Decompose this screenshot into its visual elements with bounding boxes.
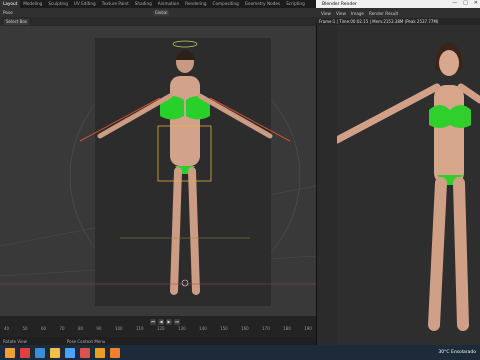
status-hint-rotate: Rotate View bbox=[3, 338, 27, 344]
tab-scripting[interactable]: Scripting bbox=[283, 0, 308, 8]
viewport-header: Pose Global bbox=[0, 8, 316, 17]
tab-modeling[interactable]: Modeling bbox=[20, 0, 45, 8]
select-box-tool[interactable]: Select Box bbox=[4, 18, 30, 25]
frame-tick: 180 bbox=[283, 326, 291, 331]
play-reverse-button[interactable]: ◀ bbox=[158, 318, 164, 325]
tab-layout[interactable]: Layout bbox=[0, 0, 21, 8]
jump-start-button[interactable]: ⏮ bbox=[150, 318, 156, 325]
folder-icon[interactable] bbox=[50, 347, 60, 358]
minimize-icon[interactable]: — bbox=[452, 0, 457, 6]
tab-compositing[interactable]: Compositing bbox=[210, 0, 242, 8]
frame-tick: 70 bbox=[59, 326, 65, 331]
3d-viewport[interactable] bbox=[0, 26, 316, 316]
tab-rendering[interactable]: Rendering bbox=[182, 0, 209, 8]
frame-tick: 100 bbox=[114, 326, 123, 331]
tab-texture-paint[interactable]: Texture Paint bbox=[99, 0, 132, 8]
status-bar: Rotate View Pose Context Menu bbox=[0, 337, 316, 345]
render-info: Frame:1 | Time:00:02.15 | Mem:2153.38M (… bbox=[316, 18, 480, 25]
frame-ruler[interactable]: 40 50 60 70 80 90 100 110 120 130 140 15… bbox=[0, 326, 316, 332]
jump-end-button[interactable]: ⏭ bbox=[174, 318, 180, 325]
frame-tick: 110 bbox=[135, 326, 144, 331]
orientation-select[interactable]: Global bbox=[152, 9, 170, 16]
tab-geometry-nodes[interactable]: Geometry Nodes bbox=[242, 0, 283, 8]
app-icon-2[interactable] bbox=[95, 347, 105, 358]
frame-tick: 120 bbox=[156, 326, 165, 331]
edge-icon[interactable] bbox=[35, 347, 45, 358]
frame-tick: 40 bbox=[4, 326, 10, 331]
character-rig bbox=[0, 40, 316, 295]
windows-taskbar: 30°C Ensolarado bbox=[0, 345, 480, 360]
tab-uv-editing[interactable]: UV Editing bbox=[71, 0, 99, 8]
workspace-tabs: Layout Modeling Sculpting UV Editing Tex… bbox=[0, 0, 316, 8]
frame-tick: 90 bbox=[96, 326, 102, 331]
frame-tick: 60 bbox=[40, 326, 47, 331]
tab-shading[interactable]: Shading bbox=[132, 0, 155, 8]
playback-controls: ⏮ ◀ ▶ ⏭ bbox=[150, 318, 210, 325]
frame-tick: 170 bbox=[262, 326, 270, 331]
rendered-figure bbox=[337, 42, 480, 331]
play-button[interactable]: ▶ bbox=[166, 318, 172, 325]
render-titlebar: Blender Render — □ ✕ bbox=[316, 0, 480, 8]
menu-image[interactable]: Image bbox=[351, 11, 364, 16]
frame-tick: 190 bbox=[304, 326, 312, 331]
maximize-icon[interactable]: □ bbox=[463, 0, 468, 6]
frame-tick: 150 bbox=[220, 326, 228, 331]
frame-tick: 80 bbox=[77, 326, 84, 331]
weather-text[interactable]: 30°C Ensolarado bbox=[438, 350, 476, 355]
render-image bbox=[337, 25, 480, 345]
frame-tick: 140 bbox=[199, 326, 207, 331]
tab-animation[interactable]: Animation bbox=[155, 0, 182, 8]
chrome-icon[interactable] bbox=[80, 347, 90, 358]
frame-tick: 160 bbox=[241, 326, 249, 331]
render-window-title: Blender Render bbox=[322, 1, 357, 7]
system-tray: 30°C Ensolarado bbox=[438, 345, 476, 360]
menu-view[interactable]: View bbox=[321, 11, 331, 16]
store-icon[interactable] bbox=[65, 347, 75, 358]
start-icon[interactable] bbox=[5, 347, 15, 358]
status-hint-menu: Pose Context Menu bbox=[66, 338, 106, 344]
tab-sculpting[interactable]: Sculpting bbox=[45, 0, 71, 8]
close-icon[interactable]: ✕ bbox=[474, 0, 478, 6]
render-result-select[interactable]: Render Result bbox=[369, 11, 398, 16]
render-menu: View View Image Render Result bbox=[316, 8, 480, 18]
frame-tick: 50 bbox=[22, 326, 28, 331]
render-stats: Frame:1 | Time:00:02.15 | Mem:2153.38M (… bbox=[319, 19, 439, 24]
app-icon[interactable] bbox=[20, 347, 30, 358]
mode-selector[interactable]: Pose bbox=[3, 10, 13, 15]
frame-tick: 130 bbox=[178, 326, 186, 331]
menu-view-2[interactable]: View bbox=[336, 11, 346, 16]
blender-icon[interactable] bbox=[110, 347, 120, 358]
tool-header: Select Box bbox=[0, 17, 316, 26]
